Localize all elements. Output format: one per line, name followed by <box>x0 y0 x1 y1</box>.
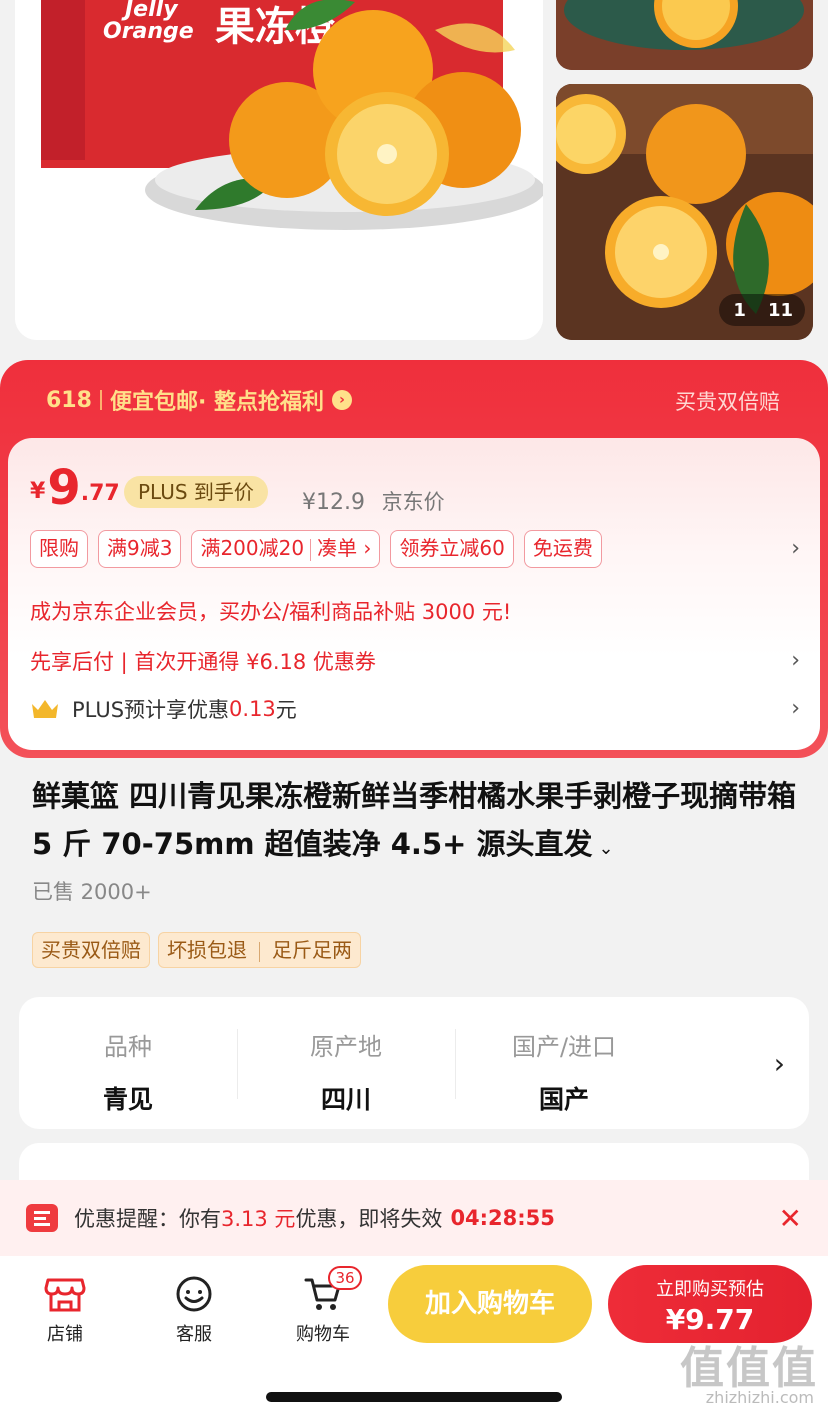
attribute-key: 品种 <box>104 1033 152 1061</box>
image-counter: 1 11 <box>719 294 805 326</box>
tag-discount-9-3: 满9减3 <box>98 530 182 568</box>
price-integer: 9 <box>47 460 81 516</box>
attribute-value: 国产 <box>538 1085 589 1114</box>
chevron-right-icon[interactable]: › <box>791 536 800 561</box>
gallery-thumb-2[interactable]: 1 11 <box>556 84 813 340</box>
tag-discount-200-20-label: 满200减20 <box>200 536 305 560</box>
image-counter-total: 11 <box>767 299 793 321</box>
tag-discount-200-20[interactable]: 满200减20 凑单 › <box>191 530 381 568</box>
pay-later-line[interactable]: 先享后付 | 首次开通得 ¥6.18 优惠券 <box>30 646 376 676</box>
promo-free-ship: 便宜包邮 <box>109 390 198 415</box>
service-tag-damage-return: 坏损包退 <box>167 938 247 962</box>
chevron-down-icon[interactable]: ⌄ <box>599 838 614 859</box>
original-price-value: ¥12.9 <box>302 490 365 515</box>
product-title[interactable]: 鲜菓篮 四川青见果冻橙新鲜当季柑橘水果手剥橙子现摘带箱 5 斤 70-75mm … <box>32 772 802 873</box>
reminder-prefix: 优惠提醒：你有 <box>74 1207 221 1231</box>
nav-shop-label: 店铺 <box>47 1324 83 1345</box>
nav-cart[interactable]: 购物车 36 <box>278 1266 368 1346</box>
nav-cart-label: 购物车 <box>296 1324 350 1345</box>
plus-discount-line[interactable]: PLUS预计享优惠 0.13 元 <box>30 694 297 724</box>
main-product-image[interactable]: Jelly Orange 果冻橙 <box>15 0 543 340</box>
price-decimal: .77 <box>80 481 120 506</box>
chevron-right-icon[interactable]: › <box>774 1047 785 1080</box>
attribute-card[interactable]: 品种 青见 原产地 四川 国产/进口 国产 › <box>19 997 809 1129</box>
original-price-label: 京东价 <box>381 490 445 514</box>
plus-discount-prefix: PLUS预计享优惠 <box>72 698 230 722</box>
attribute-value: 青见 <box>102 1085 153 1114</box>
close-icon[interactable]: ✕ <box>779 1202 802 1235</box>
image-counter-current: 1 <box>733 299 746 321</box>
reminder-countdown: 04:28:55 <box>450 1206 555 1230</box>
chevron-right-icon[interactable]: › <box>791 696 800 721</box>
buy-now-label: 立即购买预估 <box>656 1279 764 1300</box>
reminder-amount: 3.13 元 <box>221 1207 296 1231</box>
plus-discount-suffix: 元 <box>275 698 297 722</box>
original-price: ¥12.9 京东价 <box>302 486 445 516</box>
nav-shop[interactable]: 店铺 <box>20 1274 110 1346</box>
svg-text:Orange: Orange <box>103 19 194 44</box>
plus-price-badge: PLUS 到手价 <box>124 476 268 508</box>
nav-service[interactable]: 客服 <box>149 1274 239 1346</box>
attribute-variety: 品种 青见 <box>19 997 237 1129</box>
service-tag-price-guarantee: 买贵双倍赔 <box>32 932 150 968</box>
promo-tags[interactable]: 限购 满9减3 满200减20 凑单 › 领券立减60 免运费 <box>30 530 602 568</box>
customer-service-icon <box>176 1276 212 1312</box>
promo-divider <box>99 390 102 410</box>
service-tag-full-weight: 足斤足两 <box>272 938 352 962</box>
reminder-suffix: 优惠，即将失效 <box>295 1207 443 1231</box>
attribute-value: 四川 <box>320 1085 371 1114</box>
tag-combine-order[interactable]: 凑单 › <box>317 536 371 560</box>
shop-icon <box>44 1278 86 1312</box>
promo-hourly: · 整点抢福利 <box>197 390 324 415</box>
coupon-icon <box>26 1204 58 1232</box>
attribute-key: 国产/进口 <box>511 1033 617 1061</box>
watermark-logo: 值值值 <box>680 1343 818 1394</box>
nav-service-label: 客服 <box>176 1324 212 1345</box>
tag-limit: 限购 <box>30 530 88 568</box>
chevron-right-icon: › <box>331 390 352 410</box>
plus-discount-amount: 0.13 <box>229 697 276 721</box>
orange-box-illustration: Jelly Orange 果冻橙 <box>15 0 543 340</box>
watermark-site: zhizhizhi.com <box>705 1388 814 1407</box>
sold-count: 已售 2000+ <box>32 880 152 904</box>
promo-618-link[interactable]: 618 便宜包邮 · 整点抢福利 › <box>46 384 352 416</box>
price-currency: ¥ <box>30 479 46 504</box>
attribute-origin: 原产地 四川 <box>237 997 455 1129</box>
home-indicator[interactable] <box>266 1392 562 1402</box>
promo-618-label: 618 <box>46 387 92 413</box>
service-tag-group: 坏损包退 足斤足两 <box>158 932 361 968</box>
price-card: ¥ 9 .77 PLUS 到手价 ¥12.9 京东价 限购 满9减3 满200减… <box>8 438 820 750</box>
orange-plate-thumb <box>556 0 813 70</box>
enterprise-member-line[interactable]: 成为京东企业会员，买办公/福利商品补贴 3000 元! <box>30 596 511 626</box>
promo-guarantee[interactable]: 买贵双倍赔 <box>675 386 780 416</box>
chevron-right-icon[interactable]: › <box>791 648 800 673</box>
coupon-reminder-bar[interactable]: 优惠提醒：你有 3.13 元 优惠，即将失效 04:28:55 ✕ <box>0 1180 828 1256</box>
price-main: ¥ 9 .77 <box>30 464 120 512</box>
attribute-key: 原产地 <box>310 1033 382 1061</box>
cart-count-badge: 36 <box>328 1266 362 1290</box>
gallery-thumb-1[interactable] <box>556 0 813 70</box>
crown-icon <box>32 700 58 718</box>
tag-free-shipping: 免运费 <box>523 530 602 568</box>
add-to-cart-button[interactable]: 加入购物车 <box>388 1265 592 1343</box>
product-title-text: 鲜菓篮 四川青见果冻橙新鲜当季柑橘水果手剥橙子现摘带箱 5 斤 70-75mm … <box>32 779 797 861</box>
tag-divider <box>310 538 312 561</box>
attribute-import: 国产/进口 国产 <box>455 997 673 1129</box>
tag-coupon-60: 领券立减60 <box>390 530 514 568</box>
service-tags[interactable]: 买贵双倍赔 坏损包退 足斤足两 <box>32 932 361 968</box>
service-tag-divider <box>259 941 260 962</box>
